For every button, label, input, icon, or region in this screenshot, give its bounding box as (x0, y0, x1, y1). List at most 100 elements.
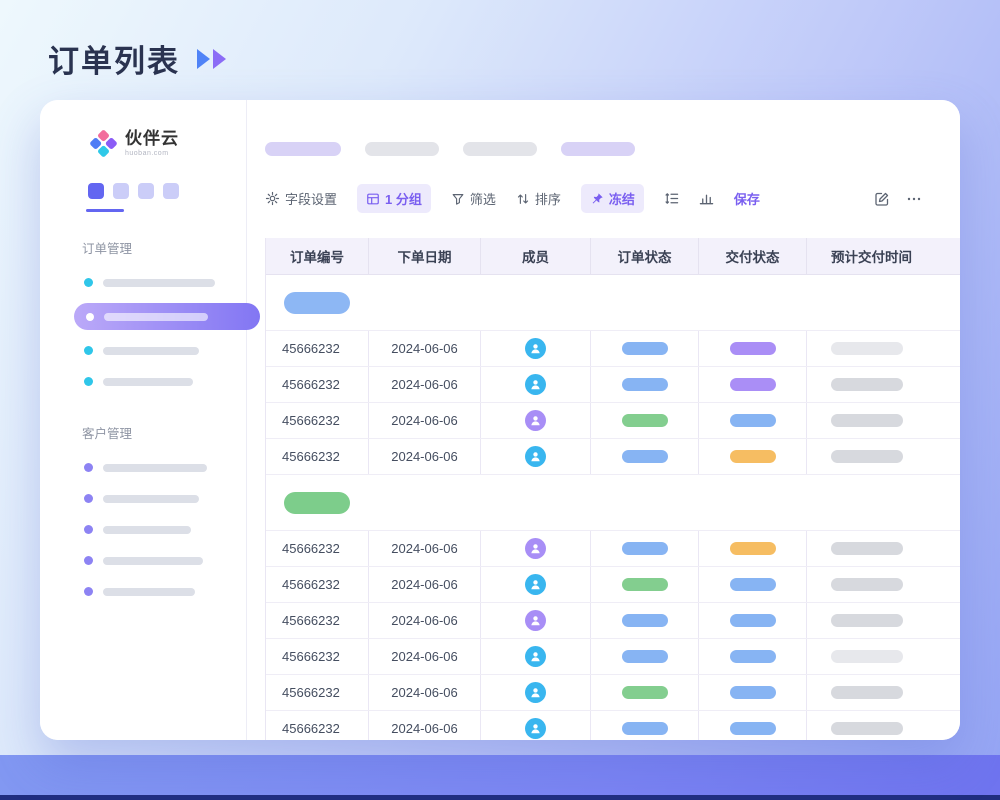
table-row[interactable]: 456662322024-06-06 (266, 603, 960, 639)
sidebar-item[interactable] (40, 267, 246, 298)
table-row[interactable]: 456662322024-06-06 (266, 567, 960, 603)
order-status-pill (622, 614, 668, 627)
column-header[interactable]: 成员 (481, 238, 591, 274)
order-no-cell: 45666232 (266, 403, 369, 438)
eta-cell (807, 639, 960, 674)
item-skeleton-bar (103, 526, 191, 534)
table-row[interactable]: 456662322024-06-06 (266, 639, 960, 675)
member-cell (481, 711, 591, 740)
group-header-row[interactable] (266, 275, 960, 331)
page-background: 订单列表 伙伴云 huoban.com (0, 0, 1000, 800)
member-cell (481, 439, 591, 474)
sidebar-item[interactable] (40, 366, 246, 397)
sidebar-tab-1[interactable] (88, 183, 104, 199)
footer-line (0, 795, 1000, 800)
table-row[interactable]: 456662322024-06-06 (266, 675, 960, 711)
column-header[interactable]: 订单状态 (591, 238, 699, 274)
order-date-cell: 2024-06-06 (369, 403, 481, 438)
delivery-status-pill (730, 650, 776, 663)
order-status-cell (591, 403, 699, 438)
delivery-status-cell (699, 675, 807, 710)
chart-button[interactable] (699, 191, 714, 206)
sidebar-tab-2[interactable] (113, 183, 129, 199)
sidebar-item[interactable] (40, 452, 246, 483)
table-row[interactable]: 456662322024-06-06 (266, 367, 960, 403)
column-header[interactable]: 订单编号 (266, 238, 369, 274)
delivery-status-cell (699, 639, 807, 674)
active-tab-underline (86, 209, 124, 212)
sidebar-item-selected[interactable] (74, 303, 260, 330)
order-status-cell (591, 531, 699, 566)
delivery-status-pill (730, 342, 776, 355)
order-no-cell: 45666232 (266, 331, 369, 366)
member-avatar (525, 682, 546, 703)
sidebar-item[interactable] (40, 576, 246, 607)
item-skeleton-bar (103, 557, 203, 565)
filter-button[interactable]: 筛选 (451, 189, 496, 208)
order-date-cell: 2024-06-06 (369, 367, 481, 402)
item-dot (84, 377, 93, 386)
member-avatar (525, 718, 546, 739)
item-skeleton-bar (103, 495, 199, 503)
delivery-status-cell (699, 331, 807, 366)
order-date-cell: 2024-06-06 (369, 639, 481, 674)
delivery-status-cell (699, 603, 807, 638)
member-cell (481, 603, 591, 638)
member-avatar (525, 610, 546, 631)
sidebar-tab-3[interactable] (138, 183, 154, 199)
sidebar-section-label: 客户管理 (82, 423, 246, 442)
row-height-button[interactable] (664, 191, 679, 206)
item-skeleton-bar (103, 347, 199, 355)
sidebar: 伙伴云 huoban.com 订单管理客户管理 (40, 100, 247, 740)
item-skeleton-bar (104, 313, 208, 321)
save-button[interactable]: 保存 (734, 189, 760, 208)
order-status-pill (622, 686, 668, 699)
footer-band (0, 755, 1000, 800)
field-settings-button[interactable]: 字段设置 (265, 189, 337, 208)
more-button[interactable] (906, 191, 922, 207)
eta-pill (831, 342, 903, 355)
sidebar-item[interactable] (40, 514, 246, 545)
brand-name: 伙伴云 (125, 130, 179, 149)
delivery-status-pill (730, 686, 776, 699)
column-header[interactable]: 交付状态 (699, 238, 807, 274)
sidebar-item[interactable] (40, 545, 246, 576)
delivery-status-pill (730, 378, 776, 391)
item-skeleton-bar (103, 588, 195, 596)
edit-icon (874, 191, 890, 207)
table-row[interactable]: 456662322024-06-06 (266, 331, 960, 367)
group-button[interactable]: 1 分组 (357, 184, 431, 213)
brand-logo: 伙伴云 huoban.com (90, 130, 246, 157)
filter-label: 筛选 (470, 189, 496, 208)
order-date-cell: 2024-06-06 (369, 675, 481, 710)
order-no-cell: 45666232 (266, 567, 369, 602)
order-no-cell: 45666232 (266, 675, 369, 710)
order-status-cell (591, 439, 699, 474)
column-header[interactable]: 下单日期 (369, 238, 481, 274)
eta-cell (807, 711, 960, 740)
table-row[interactable]: 456662322024-06-06 (266, 711, 960, 740)
table-row[interactable]: 456662322024-06-06 (266, 403, 960, 439)
sidebar-tabs (88, 183, 246, 199)
order-status-cell (591, 711, 699, 740)
sidebar-item[interactable] (40, 335, 246, 366)
column-header[interactable]: 预计交付时间 (807, 238, 960, 274)
delivery-status-cell (699, 367, 807, 402)
order-status-cell (591, 367, 699, 402)
order-status-cell (591, 331, 699, 366)
skeleton-pill (265, 142, 341, 156)
eta-cell (807, 567, 960, 602)
sidebar-section-label: 订单管理 (82, 238, 246, 257)
freeze-button[interactable]: 冻结 (581, 184, 644, 213)
sort-button[interactable]: 排序 (516, 189, 561, 208)
brand-logo-icon (90, 130, 117, 157)
group-header-row[interactable] (266, 475, 960, 531)
sidebar-item[interactable] (40, 483, 246, 514)
table-row[interactable]: 456662322024-06-06 (266, 531, 960, 567)
edit-button[interactable] (874, 191, 890, 207)
sidebar-tab-4[interactable] (163, 183, 179, 199)
row-height-icon (664, 191, 679, 206)
table-row[interactable]: 456662322024-06-06 (266, 439, 960, 475)
main-content: 字段设置 1 分组 筛选 (247, 100, 960, 740)
page-header: 订单列表 (48, 36, 230, 81)
